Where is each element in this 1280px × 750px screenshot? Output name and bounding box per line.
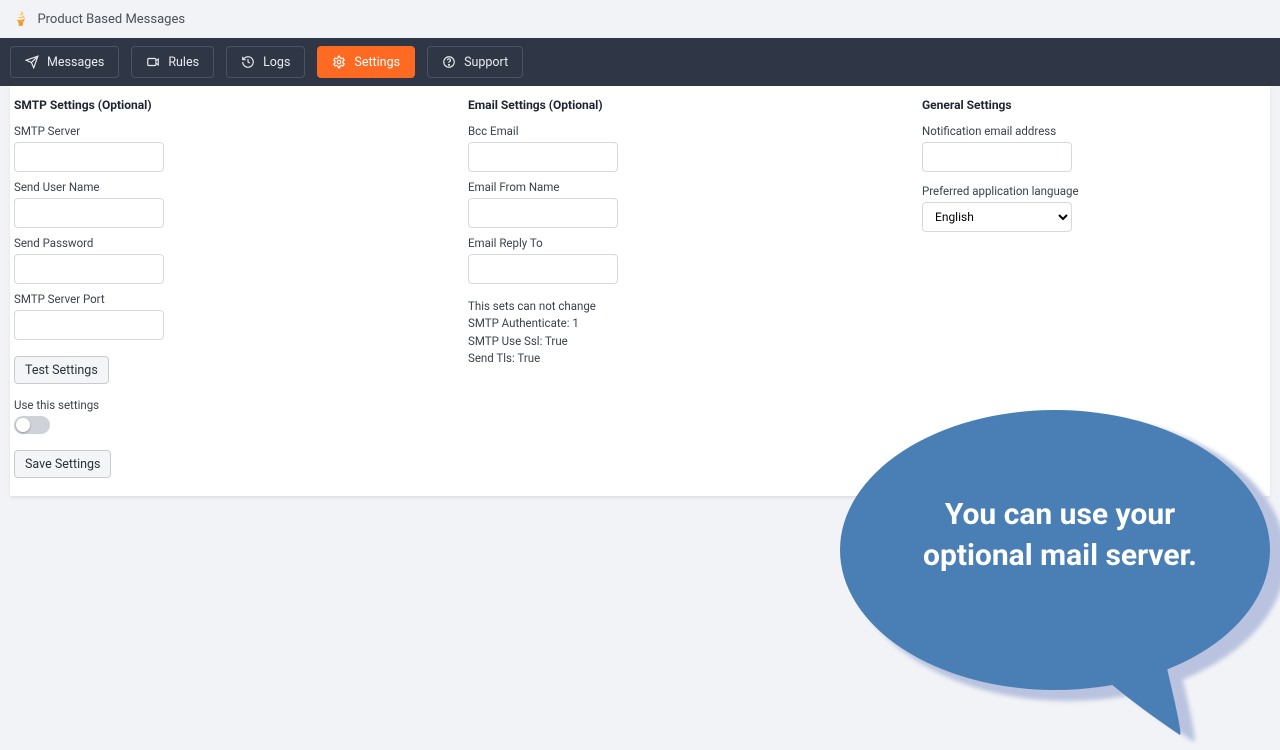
callout-text: You can use your optional mail server. <box>890 495 1230 576</box>
nav-label: Messages <box>47 55 104 70</box>
use-settings-toggle[interactable] <box>14 416 50 434</box>
from-name-label: Email From Name <box>468 180 922 194</box>
app-logo-icon: 🍦 <box>12 11 29 27</box>
history-icon <box>241 55 255 69</box>
general-section-title: General Settings <box>922 98 1266 112</box>
nav-label: Support <box>464 55 508 70</box>
save-settings-button[interactable]: Save Settings <box>14 450 111 478</box>
reply-to-input[interactable] <box>468 254 618 284</box>
note-line: Send Tls: True <box>468 350 922 367</box>
paper-plane-icon <box>25 55 39 69</box>
from-name-input[interactable] <box>468 198 618 228</box>
smtp-password-label: Send Password <box>14 236 468 250</box>
nav-settings[interactable]: Settings <box>317 46 415 78</box>
nav-label: Settings <box>354 55 400 70</box>
camera-icon <box>146 55 160 69</box>
smtp-section-title: SMTP Settings (Optional) <box>14 98 468 112</box>
callout-bubble: You can use your optional mail server. <box>820 390 1280 750</box>
smtp-user-label: Send User Name <box>14 180 468 194</box>
smtp-password-input[interactable] <box>14 254 164 284</box>
bcc-email-input[interactable] <box>468 142 618 172</box>
smtp-user-input[interactable] <box>14 198 164 228</box>
sliders-icon <box>332 55 346 69</box>
main-nav: Messages Rules Logs Settings Support <box>0 38 1280 86</box>
app-title: Product Based Messages <box>37 12 185 27</box>
nav-support[interactable]: Support <box>427 46 523 78</box>
titlebar: 🍦 Product Based Messages <box>0 0 1280 38</box>
smtp-port-input[interactable] <box>14 310 164 340</box>
note-line: SMTP Authenticate: 1 <box>468 315 922 332</box>
button-label: Test Settings <box>25 363 98 378</box>
nav-label: Logs <box>263 55 290 70</box>
email-section-title: Email Settings (Optional) <box>468 98 922 112</box>
language-label: Preferred application language <box>922 184 1266 198</box>
use-settings-label: Use this settings <box>14 398 468 412</box>
nav-messages[interactable]: Messages <box>10 46 119 78</box>
language-select[interactable]: English <box>922 202 1072 232</box>
smtp-port-label: SMTP Server Port <box>14 292 468 306</box>
notify-email-label: Notification email address <box>922 124 1266 138</box>
nav-logs[interactable]: Logs <box>226 46 305 78</box>
smtp-locked-note: This sets can not change SMTP Authentica… <box>468 298 922 367</box>
nav-label: Rules <box>168 55 199 70</box>
bcc-email-label: Bcc Email <box>468 124 922 138</box>
test-settings-button[interactable]: Test Settings <box>14 356 109 384</box>
help-circle-icon <box>442 55 456 69</box>
toggle-knob <box>16 418 30 432</box>
notify-email-input[interactable] <box>922 142 1072 172</box>
smtp-settings-column: SMTP Settings (Optional) SMTP Server Sen… <box>14 98 468 478</box>
note-line: SMTP Use Ssl: True <box>468 333 922 350</box>
note-line: This sets can not change <box>468 298 922 315</box>
smtp-server-label: SMTP Server <box>14 124 468 138</box>
button-label: Save Settings <box>25 457 100 472</box>
smtp-server-input[interactable] <box>14 142 164 172</box>
nav-rules[interactable]: Rules <box>131 46 214 78</box>
reply-to-label: Email Reply To <box>468 236 922 250</box>
